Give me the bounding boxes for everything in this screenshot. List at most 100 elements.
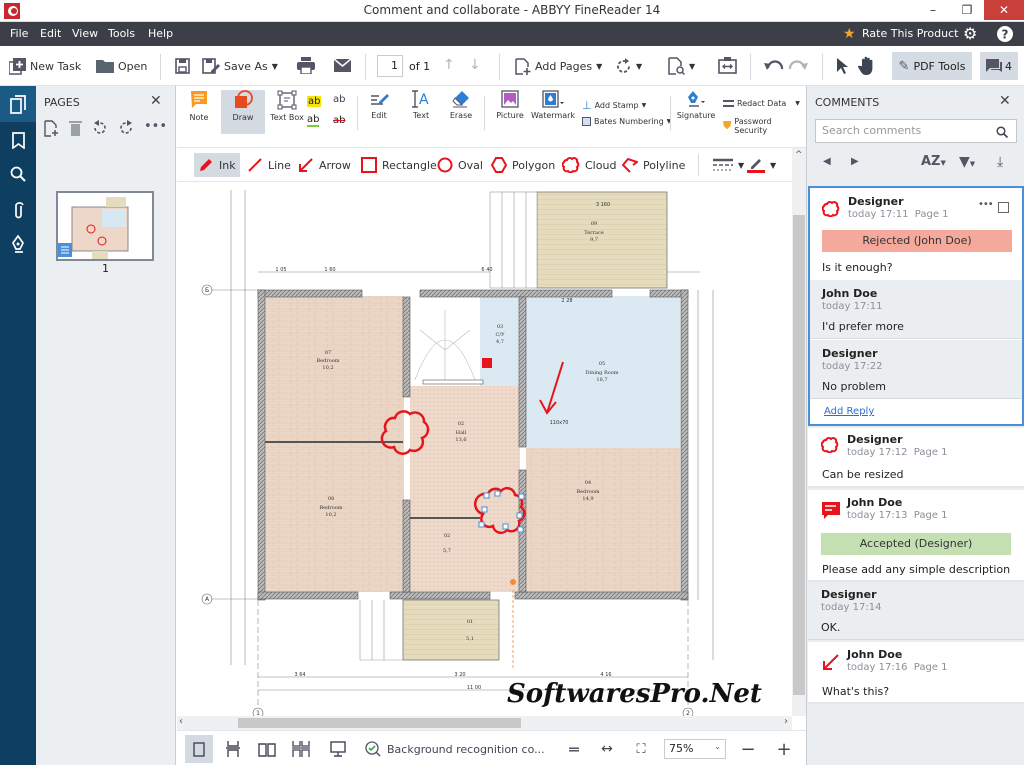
sort-az-icon[interactable]: AZ▼ [921,154,946,169]
search-icon[interactable] [996,126,1008,138]
horizontal-scroll-thumb[interactable] [238,718,521,728]
previous-comment-icon[interactable]: ◀ [823,156,831,167]
filter-icon[interactable]: ▼▼ [959,154,975,170]
scroll-up-icon[interactable]: ^ [795,150,803,160]
polyline-tool[interactable]: Polyline [618,153,689,177]
comment-card[interactable]: John Doe today 17:16 Page 1 What's this? [808,642,1024,704]
arrow-tool[interactable]: Arrow [294,153,355,177]
add-reply-link[interactable]: Add Reply [824,406,874,417]
signature-tool-button[interactable]: Signature [674,90,718,134]
find-in-page-button[interactable]: ▼ [668,46,695,86]
ink-tool[interactable]: Ink [194,153,240,177]
comment-reply[interactable]: Designer today 17:22 No problem [810,340,1022,399]
menu-help[interactable]: Help [148,27,173,40]
find-dropdown-icon[interactable]: ▼ [689,62,695,71]
add-pages-button[interactable]: Add Pages ▼ [515,46,602,86]
new-task-button[interactable]: New Task [9,46,81,86]
presentation-view-button[interactable] [324,735,352,763]
comment-card[interactable]: John Doe today 17:13 Page 1 Accepted (De… [808,490,1024,582]
continuous-view-button[interactable] [219,735,247,763]
comments-toggle-button[interactable]: 4 [980,52,1018,80]
polygon-tool[interactable]: Polygon [487,153,559,177]
email-icon[interactable] [334,59,351,72]
help-icon[interactable]: ? [997,26,1013,42]
add-stamp-button[interactable]: ⊥ Add Stamp ▼ [582,99,646,112]
comment-thread-selected[interactable]: Designer today 17:11 Page 1 ••• Rejected… [808,186,1024,426]
rail-search-button[interactable] [0,156,36,192]
next-comment-icon[interactable]: ▶ [851,156,859,167]
rectangle-tool[interactable]: Rectangle [357,153,441,177]
hand-tool-icon[interactable] [858,56,875,75]
save-icon[interactable] [175,58,190,74]
menu-view[interactable]: View [72,27,98,40]
minimize-button[interactable]: – [916,0,950,20]
close-window-button[interactable]: ✕ [984,0,1024,20]
note-tool-button[interactable]: Note [177,90,221,134]
rotate-left-icon[interactable] [92,120,108,136]
cloud-tool[interactable]: Cloud [558,153,620,177]
rail-signatures-button[interactable] [0,226,36,262]
close-comments-panel-icon[interactable]: ✕ [999,93,1011,109]
menu-file[interactable]: File [10,27,28,40]
text-box-tool-button[interactable]: Text Box [265,90,309,134]
redact-data-button[interactable]: Redact Data ▼ [723,99,800,108]
save-as-button[interactable]: Save As ▼ [202,46,278,86]
scroll-right-icon[interactable]: › [784,716,788,727]
insert-text-icon[interactable]: ab [333,94,345,105]
menu-edit[interactable]: Edit [40,27,61,40]
strikethrough-text-icon[interactable]: ab [333,115,345,126]
document-canvas[interactable]: 1 05 1 60 6 40 3 160 2 28 3 64 3 20 4 16… [177,182,792,716]
print-icon[interactable] [297,57,315,74]
zoom-in-button[interactable]: + [773,735,795,763]
zoom-level-select[interactable]: 75% ⌄ [664,739,726,759]
two-page-view-button[interactable] [253,735,281,763]
underline-text-icon[interactable]: ab [307,115,320,127]
page-number-input[interactable]: 1 [377,55,403,77]
text-tool-button[interactable]: A Text [399,90,443,134]
search-comments-input[interactable]: Search comments [815,119,1017,143]
more-options-icon[interactable]: ••• [144,120,167,137]
draw-tool-button[interactable]: Draw [221,90,265,134]
comment-card[interactable]: Designer today 17:12 Page 1 Can be resiz… [808,428,1024,488]
page-thumbnail[interactable] [56,191,154,261]
password-security-button[interactable]: ⛊ Password Security [723,117,806,135]
add-pages-dropdown-icon[interactable]: ▼ [596,62,602,71]
rotate-dropdown-icon[interactable]: ▼ [636,62,642,71]
close-pages-panel-icon[interactable]: ✕ [150,93,162,109]
redo-icon[interactable] [788,59,808,71]
open-button[interactable]: Open [96,46,147,86]
rail-bookmarks-button[interactable] [0,122,36,158]
picture-tool-button[interactable]: Picture [488,90,532,134]
highlight-text-icon[interactable]: ab [307,96,322,107]
zoom-out-button[interactable]: − [737,735,759,763]
bates-numbering-button[interactable]: Bates Numbering ▼ [582,117,671,126]
rotate-button[interactable]: ▼ [615,46,642,86]
comment-checkbox[interactable] [998,202,1009,213]
collapse-all-icon[interactable]: ⤓ [997,154,1003,170]
restore-button[interactable]: ❐ [950,0,984,20]
undo-icon[interactable] [764,59,784,71]
save-as-dropdown-icon[interactable]: ▼ [272,62,278,71]
comment-reply[interactable]: Designer today 17:14 OK. [808,582,1024,640]
delete-page-icon[interactable] [69,120,82,136]
pdf-tools-button[interactable]: ✎ PDF Tools [892,52,972,80]
comment-reply[interactable]: John Doe today 17:11 I'd prefer more [810,280,1022,339]
line-tool[interactable]: Line [243,153,295,177]
select-pointer-icon[interactable] [836,57,848,74]
two-page-continuous-button[interactable] [287,735,315,763]
oval-tool[interactable]: Oval [433,153,487,177]
fit-page-button[interactable]: ═ [563,735,585,763]
single-page-view-button[interactable] [185,735,213,763]
watermark-tool-button[interactable]: Watermark [531,90,575,134]
vertical-scroll-thumb[interactable] [793,215,805,695]
rate-product-link[interactable]: Rate This Product [862,27,958,40]
comment-more-icon[interactable]: ••• [978,199,994,210]
compare-icon[interactable] [718,57,737,74]
settings-gear-icon[interactable]: ⚙ [963,24,977,43]
erase-tool-button[interactable]: Erase [439,90,483,134]
rail-attachments-button[interactable] [0,192,36,228]
color-picker-button[interactable]: ▼ [743,153,780,177]
scroll-left-icon[interactable]: ‹ [179,716,183,727]
fullscreen-button[interactable]: ⛶ [630,735,652,763]
rotate-right-icon[interactable] [118,120,134,136]
